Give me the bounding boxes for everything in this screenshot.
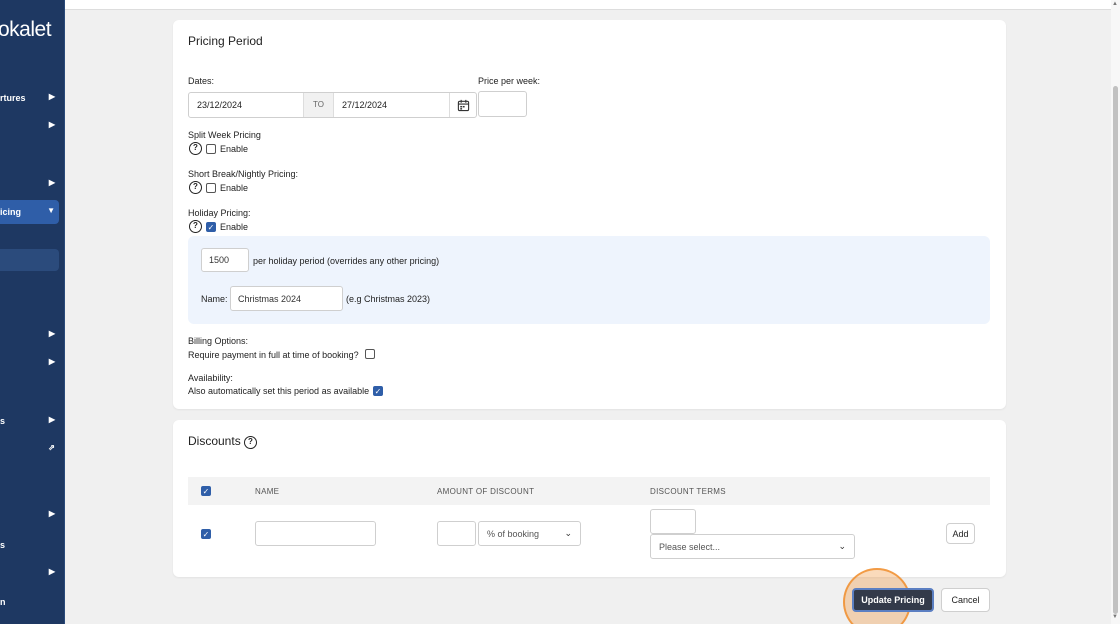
calendar-icon[interactable]	[449, 93, 476, 117]
sidebar-item-label: s	[0, 416, 6, 426]
cancel-button[interactable]: Cancel	[941, 588, 990, 612]
chevron-right-icon: ▶	[48, 329, 55, 338]
date-to-separator: TO	[303, 93, 334, 117]
help-icon[interactable]: ?	[189, 220, 202, 233]
scroll-up-icon[interactable]: ▲	[1112, 1, 1118, 7]
short-break-enable-label: Enable	[220, 183, 249, 193]
sidebar-item[interactable]: ▶	[0, 323, 59, 347]
billing-full-payment-checkbox[interactable]	[365, 349, 375, 359]
availability-checkbox[interactable]: ✓	[373, 386, 383, 396]
scroll-down-icon[interactable]: ▼	[1112, 614, 1118, 620]
discount-terms-input[interactable]	[650, 509, 696, 534]
chevron-down-icon: ▼	[47, 206, 55, 215]
date-from-input[interactable]: 23/12/2024	[189, 93, 303, 117]
pricing-period-title: Pricing Period	[188, 34, 263, 48]
help-icon[interactable]: ?	[189, 142, 202, 155]
holiday-amount-input[interactable]: 1500	[201, 248, 249, 272]
sidebar-item[interactable]: rtures ▶	[0, 86, 59, 110]
availability-label: Availability:	[188, 373, 233, 383]
discount-amount-input[interactable]	[437, 521, 476, 546]
price-per-week-label: Price per week:	[478, 76, 541, 86]
update-pricing-button[interactable]: Update Pricing	[852, 588, 934, 612]
sidebar-item[interactable]: n	[0, 590, 59, 614]
sidebar-item[interactable]: ▶	[0, 351, 59, 375]
sidebar-item-label: icing	[0, 207, 22, 217]
discount-name-input[interactable]	[255, 521, 376, 546]
split-week-label: Split Week Pricing	[188, 130, 261, 140]
short-break-label: Short Break/Nightly Pricing:	[188, 169, 299, 179]
billing-full-payment-text: Require payment in full at time of booki…	[188, 350, 359, 360]
holiday-enable-label: Enable	[220, 222, 249, 232]
discount-terms-select[interactable]: Please select... ⌄	[650, 534, 855, 559]
help-icon[interactable]: ?	[189, 181, 202, 194]
sidebar: okalet rtures ▶ ▶ ▶ icing ▼ ▶ ▶ s ▶ ⇗ ▶ s ▶ n	[0, 0, 65, 624]
sidebar-item[interactable]: ▶	[0, 561, 59, 585]
top-bar	[65, 0, 1111, 10]
sidebar-divider	[64, 0, 65, 624]
discount-terms-placeholder: Please select...	[659, 541, 721, 552]
split-week-checkbox[interactable]	[206, 144, 216, 154]
holiday-name-input[interactable]: Christmas 2024	[230, 286, 343, 311]
holiday-pricing-label: Holiday Pricing:	[188, 208, 251, 218]
help-icon[interactable]: ?	[244, 436, 257, 449]
sidebar-item[interactable]: ▶	[0, 503, 59, 527]
scrollbar-thumb[interactable]	[1113, 86, 1118, 614]
chevron-right-icon: ▶	[48, 567, 55, 576]
chevron-right-icon: ▶	[48, 92, 55, 101]
discount-type-select[interactable]: % of booking ⌄	[478, 521, 581, 546]
chevron-right-icon: ▶	[48, 357, 55, 366]
sidebar-item[interactable]	[0, 249, 59, 271]
chevron-right-icon: ▶	[48, 178, 55, 187]
chevron-right-icon: ▶	[48, 509, 55, 518]
chevron-right-icon: ▶	[48, 415, 55, 424]
split-week-enable-label: Enable	[220, 144, 249, 154]
dates-label: Dates:	[188, 76, 215, 86]
price-per-week-input[interactable]	[478, 91, 527, 117]
chevron-down-icon: ⌄	[838, 540, 846, 551]
brand-logo: okalet	[0, 18, 52, 41]
page-scrollbar[interactable]: ▲ ▼	[1111, 0, 1120, 624]
short-break-checkbox[interactable]	[206, 183, 216, 193]
select-all-checkbox[interactable]: ✓	[201, 486, 211, 496]
sidebar-item-label: s	[0, 540, 6, 550]
column-header-amount: AMOUNT OF DISCOUNT	[437, 487, 535, 496]
date-to-input[interactable]: 27/12/2024	[334, 93, 449, 117]
discounts-title: Discounts	[188, 434, 241, 448]
sidebar-item[interactable]: s	[0, 533, 59, 557]
chevron-down-icon: ⌄	[564, 527, 572, 538]
billing-options-label: Billing Options:	[188, 336, 249, 346]
holiday-name-label: Name:	[201, 294, 228, 304]
sidebar-item[interactable]: ▶	[0, 172, 59, 196]
add-discount-button[interactable]: Add	[946, 523, 975, 544]
holiday-amount-suffix: per holiday period (overrides any other …	[253, 256, 440, 266]
sidebar-item[interactable]: ▶	[0, 114, 59, 138]
external-link-icon: ⇗	[48, 443, 55, 452]
date-range-picker[interactable]: 23/12/2024 TO 27/12/2024	[188, 92, 477, 118]
discounts-table-header	[188, 477, 990, 505]
sidebar-item[interactable]: icing ▼	[0, 200, 59, 224]
holiday-pricing-checkbox[interactable]: ✓	[206, 222, 216, 232]
availability-text: Also automatically set this period as av…	[188, 386, 370, 396]
sidebar-item[interactable]: ⇗	[0, 437, 59, 461]
holiday-name-hint: (e.g Christmas 2023)	[346, 294, 431, 304]
discount-type-value: % of booking	[487, 528, 540, 539]
sidebar-item[interactable]: s ▶	[0, 409, 59, 433]
sidebar-item-label: rtures	[0, 93, 26, 103]
sidebar-item-label: n	[0, 597, 6, 607]
column-header-terms: DISCOUNT TERMS	[650, 487, 726, 496]
discount-row-checkbox[interactable]: ✓	[201, 529, 211, 539]
chevron-right-icon: ▶	[48, 120, 55, 129]
column-header-name: NAME	[255, 487, 280, 496]
